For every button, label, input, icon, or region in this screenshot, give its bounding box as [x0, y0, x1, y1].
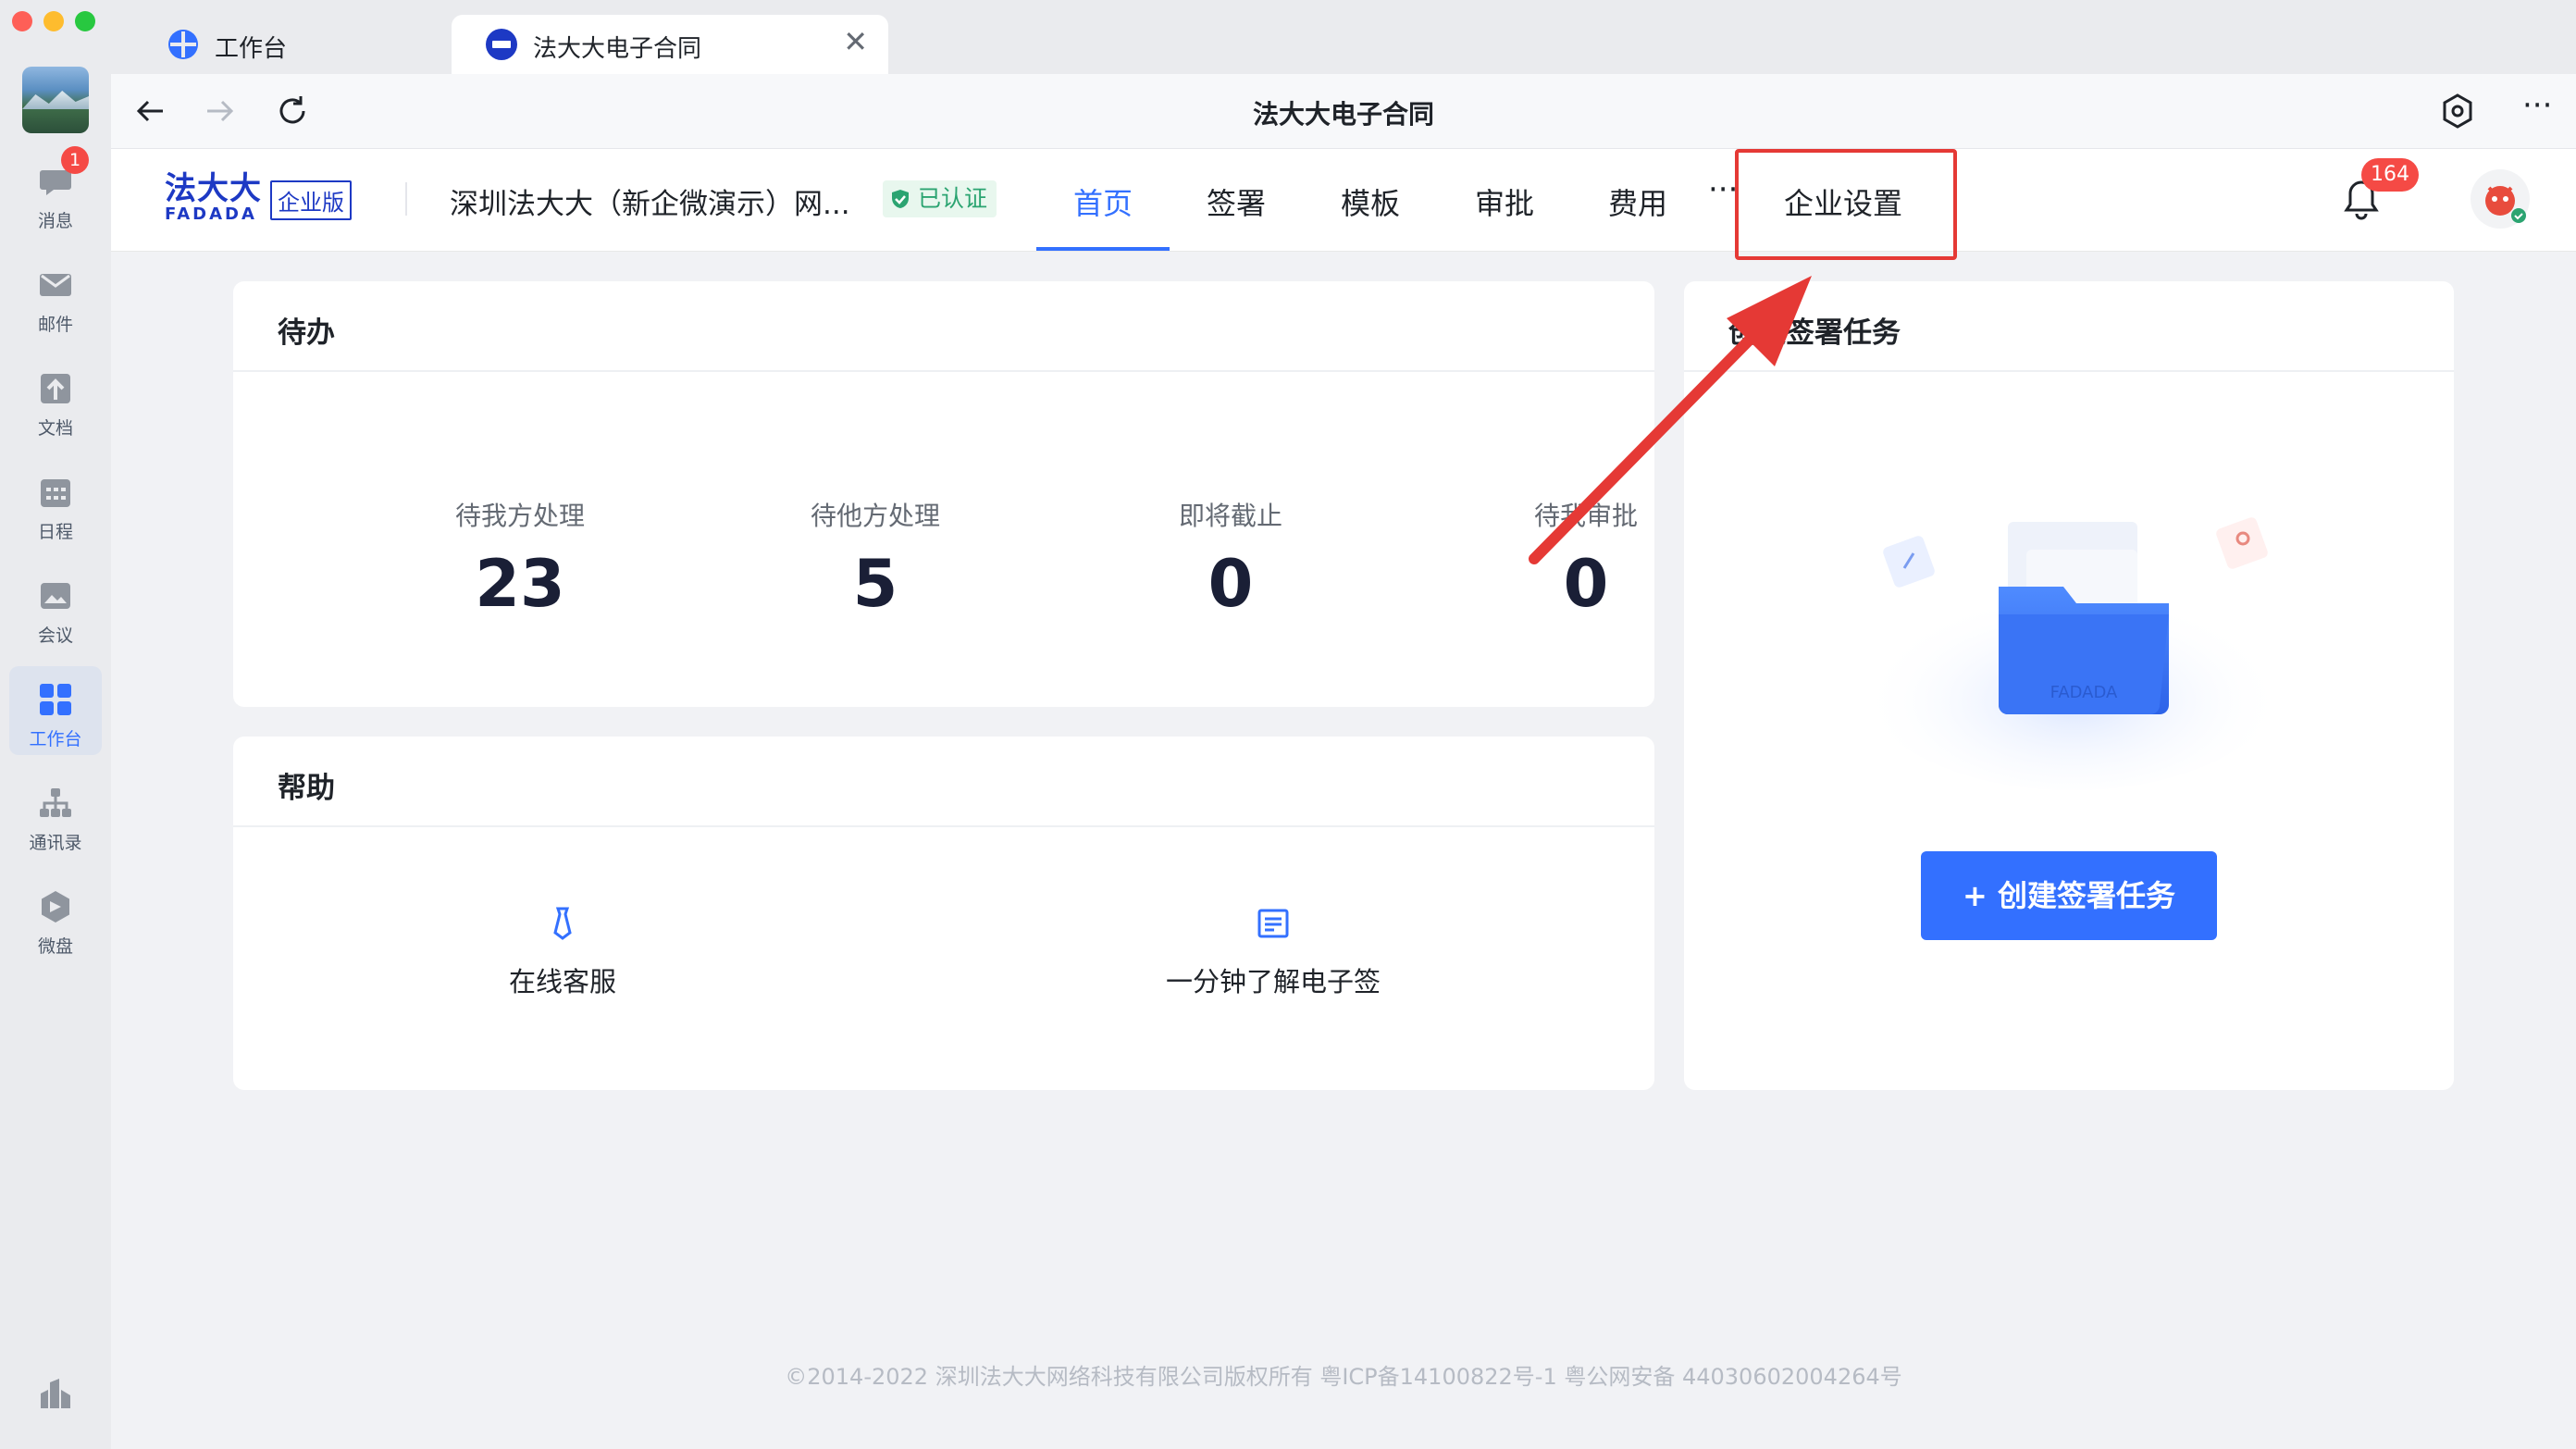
- active-nav-indicator: [1036, 247, 1170, 251]
- stat-pending-mine[interactable]: 待我方处理 23: [381, 496, 659, 622]
- nav-more-icon[interactable]: ···: [1708, 171, 1738, 208]
- rail-item-docs[interactable]: 文档: [9, 355, 102, 444]
- shield-check-icon: [892, 190, 909, 208]
- document-icon: [41, 374, 70, 403]
- tab-workbench[interactable]: 工作台: [133, 15, 466, 74]
- rail-label: 文档: [37, 418, 73, 439]
- logo[interactable]: 法大大: [165, 173, 262, 204]
- org-chart-icon: [40, 788, 71, 817]
- todo-card: 待办 待我方处理 23 待他方处理 5 即将截止 0 待我审批 0: [233, 281, 1654, 707]
- todo-title: 待办: [278, 316, 335, 350]
- avatar-image: [2485, 186, 2526, 223]
- rail-label: 日程: [37, 522, 73, 542]
- rail-item-contacts[interactable]: 通讯录: [9, 770, 102, 859]
- edition-badge: 企业版: [270, 180, 352, 220]
- rail-label: 消息: [37, 211, 73, 231]
- stat-expiring[interactable]: 即将截止 0: [1092, 496, 1369, 622]
- annotation-highlight-box: [1735, 149, 1957, 260]
- divider: [1684, 370, 2454, 372]
- stat-label: 待他方处理: [810, 501, 940, 531]
- rail-item-meeting[interactable]: 会议: [9, 563, 102, 651]
- stat-value: 0: [1208, 546, 1254, 622]
- minimize-window-button[interactable]: [43, 11, 64, 31]
- browser-toolbar: 法大大电子合同 ···: [111, 74, 2576, 149]
- close-window-button[interactable]: [12, 11, 32, 31]
- help-card: 帮助 在线客服 一分钟了解电子签: [233, 737, 1654, 1090]
- site-header: 法大大 FADADA 企业版 深圳法大大（新企微演示）网... 已认证 首页 签…: [111, 149, 2576, 252]
- tie-icon: [553, 907, 572, 940]
- document-icon: [1257, 909, 1289, 938]
- nav-sign[interactable]: 签署: [1207, 180, 1266, 223]
- mail-icon: [40, 274, 71, 296]
- divider: [405, 182, 407, 216]
- settings-hexagon-icon[interactable]: [2439, 93, 2476, 130]
- divider: [233, 370, 1654, 372]
- help-intro-esign[interactable]: 一分钟了解电子签: [1079, 905, 1468, 999]
- grid-icon: [40, 684, 71, 715]
- rail-label: 邮件: [37, 315, 73, 335]
- stat-label: 待我审批: [1533, 501, 1638, 531]
- meeting-icon: [41, 583, 70, 609]
- stat-pending-approval[interactable]: 待我审批 0: [1447, 496, 1725, 622]
- page-title: 法大大电子合同: [1252, 99, 1434, 130]
- tab-fadada[interactable]: 法大大电子合同 ✕: [452, 15, 888, 74]
- rail-label: 会议: [37, 625, 73, 646]
- user-avatar-rail[interactable]: [22, 67, 89, 133]
- rail-item-messages[interactable]: 1 消息: [9, 146, 102, 237]
- help-label: 一分钟了解电子签: [1165, 966, 1381, 997]
- verified-badge: 已认证: [883, 180, 997, 217]
- illustration-text: FADADA: [2050, 683, 2118, 702]
- help-title: 帮助: [278, 772, 335, 805]
- company-name[interactable]: 深圳法大大（新企微演示）网...: [450, 180, 850, 222]
- workbench-tab-icon: [168, 30, 198, 59]
- rail-item-calendar[interactable]: 日程: [9, 459, 102, 548]
- notification-badge: 164: [2361, 158, 2419, 192]
- folder-illustration: FADADA: [1860, 517, 2285, 790]
- tab-label: 工作台: [215, 35, 288, 63]
- stat-value: 23: [475, 546, 565, 622]
- rail-item-workbench[interactable]: 工作台: [9, 666, 102, 755]
- stat-label: 待我方处理: [454, 501, 585, 531]
- stat-label: 即将截止: [1178, 501, 1282, 531]
- help-label: 在线客服: [508, 966, 616, 997]
- stat-value: 5: [852, 546, 898, 622]
- rail-label: 工作台: [29, 729, 82, 749]
- rail-label: 微盘: [37, 936, 73, 957]
- messages-badge: 1: [61, 146, 89, 174]
- stat-value: 0: [1563, 546, 1609, 622]
- create-task-card: 创建签署任务 FADADA + 创建签署任务: [1684, 281, 2454, 1090]
- nav-template[interactable]: 模板: [1341, 180, 1400, 223]
- verified-label: 已认证: [918, 185, 988, 212]
- create-title: 创建签署任务: [1728, 316, 1901, 350]
- rail-item-mail[interactable]: 邮件: [9, 252, 102, 341]
- user-avatar[interactable]: [2471, 169, 2530, 229]
- rail-label: 通讯录: [29, 833, 82, 853]
- create-task-button[interactable]: + 创建签署任务: [1921, 851, 2217, 940]
- more-options-icon[interactable]: ···: [2522, 87, 2552, 124]
- logo-subtitle: FADADA: [165, 204, 257, 224]
- nav-approval[interactable]: 审批: [1475, 180, 1534, 223]
- stat-pending-others[interactable]: 待他方处理 5: [737, 496, 1014, 622]
- close-tab-icon[interactable]: ✕: [843, 24, 868, 59]
- fadada-logo-icon: [486, 29, 517, 60]
- app-launcher-icon[interactable]: [37, 1375, 74, 1412]
- app-rail: 1 消息 邮件 文档 日程 会议 工作台 通讯录 微盘: [0, 0, 111, 1449]
- maximize-window-button[interactable]: [75, 11, 95, 31]
- help-online-service[interactable]: 在线客服: [368, 905, 757, 999]
- nav-fees[interactable]: 费用: [1608, 180, 1667, 223]
- tab-bar: 工作台 法大大电子合同 ✕: [111, 0, 2576, 74]
- tab-label: 法大大电子合同: [533, 35, 702, 63]
- calendar-icon: [41, 479, 70, 507]
- divider: [233, 825, 1654, 827]
- drive-icon: [42, 891, 69, 923]
- rail-item-drive[interactable]: 微盘: [9, 873, 102, 962]
- nav-home[interactable]: 首页: [1073, 180, 1133, 223]
- footer-copyright: ©2014-2022 深圳法大大网络科技有限公司版权所有 粤ICP备141008…: [785, 1364, 1902, 1390]
